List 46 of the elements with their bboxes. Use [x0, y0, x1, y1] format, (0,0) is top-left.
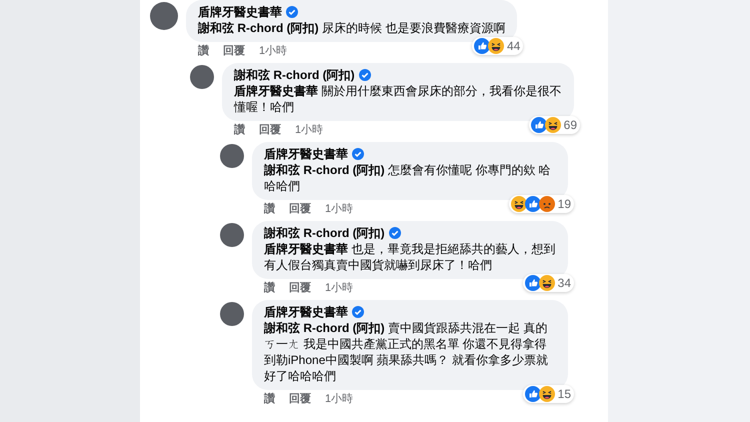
reaction-summary[interactable]: 34	[522, 274, 574, 292]
angry-emoji-icon	[538, 196, 555, 212]
reaction-summary[interactable]: 19	[508, 195, 574, 213]
like-icon	[524, 196, 541, 212]
comment-text: 謝和弦 R-chord (阿扣) 賣中國貨跟舔共混在一起 真的ㄎ一ㄤ 我是中國共產黨正式的黑名單 你還不見得拿得到勒iPhone中國製啊 蘋果舔共嗎？ 就看你拿多少票就好了哈哈哈們	[264, 320, 550, 384]
reaction-summary[interactable]: 69	[528, 116, 580, 134]
reply-link[interactable]: 回覆	[289, 281, 311, 295]
author-name[interactable]: 盾牌牙醫史書華	[264, 146, 348, 162]
like-icon	[530, 117, 547, 133]
laughing-emoji-icon	[544, 117, 561, 133]
timestamp: 1小時	[259, 44, 288, 58]
avatar[interactable]	[220, 144, 244, 168]
laughing-emoji-icon	[488, 38, 504, 54]
timestamp: 1小時	[325, 202, 354, 216]
reply-link[interactable]: 回覆	[289, 392, 311, 406]
timestamp: 1小時	[325, 281, 354, 295]
author-name[interactable]: 謝和弦 R-chord (阿扣)	[234, 67, 355, 83]
like-link[interactable]: 讚	[264, 281, 275, 295]
comment-text: 謝和弦 R-chord (阿扣) 怎麼會有你懂呢 你專門的欸 哈哈哈們	[264, 162, 552, 194]
like-icon	[474, 38, 490, 54]
reply-link[interactable]: 回覆	[289, 202, 311, 216]
comment-text: 盾牌牙醫史書華 也是，畢竟我是拒絕舔共的藝人，想到有人假台獨真賣中國貨就嚇到尿床了！哈們	[264, 241, 556, 273]
like-link[interactable]: 讚	[234, 123, 245, 137]
author-name[interactable]: 盾牌牙醫史書華	[264, 304, 348, 320]
laughing-emoji-icon	[538, 275, 555, 291]
reply-link[interactable]: 回覆	[259, 123, 281, 137]
timestamp: 1小時	[325, 392, 354, 406]
comment-text: 盾牌牙醫史書華 關於用什麼東西會尿床的部分，我看你是很不懂喔！哈們	[234, 83, 562, 115]
comment-text: 謝和弦 R-chord (阿扣) 尿床的時候 也是要浪費醫療資源啊	[198, 20, 506, 36]
like-icon	[524, 386, 541, 402]
like-link[interactable]: 讚	[264, 392, 275, 406]
laughing-emoji-icon	[538, 386, 555, 402]
avatar[interactable]	[150, 2, 178, 30]
author-name[interactable]: 盾牌牙醫史書華	[198, 4, 282, 20]
like-link[interactable]: 讚	[264, 202, 275, 216]
reply-link[interactable]: 回覆	[223, 44, 245, 58]
avatar[interactable]	[220, 223, 244, 247]
like-icon	[524, 275, 541, 291]
reaction-summary[interactable]: 44	[472, 37, 524, 55]
author-name[interactable]: 謝和弦 R-chord (阿扣)	[264, 225, 385, 241]
laughing-emoji-icon	[510, 196, 527, 212]
avatar[interactable]	[190, 65, 214, 89]
reaction-summary[interactable]: 15	[522, 385, 574, 403]
like-link[interactable]: 讚	[198, 44, 209, 58]
avatar[interactable]	[220, 302, 244, 326]
timestamp: 1小時	[295, 123, 324, 137]
